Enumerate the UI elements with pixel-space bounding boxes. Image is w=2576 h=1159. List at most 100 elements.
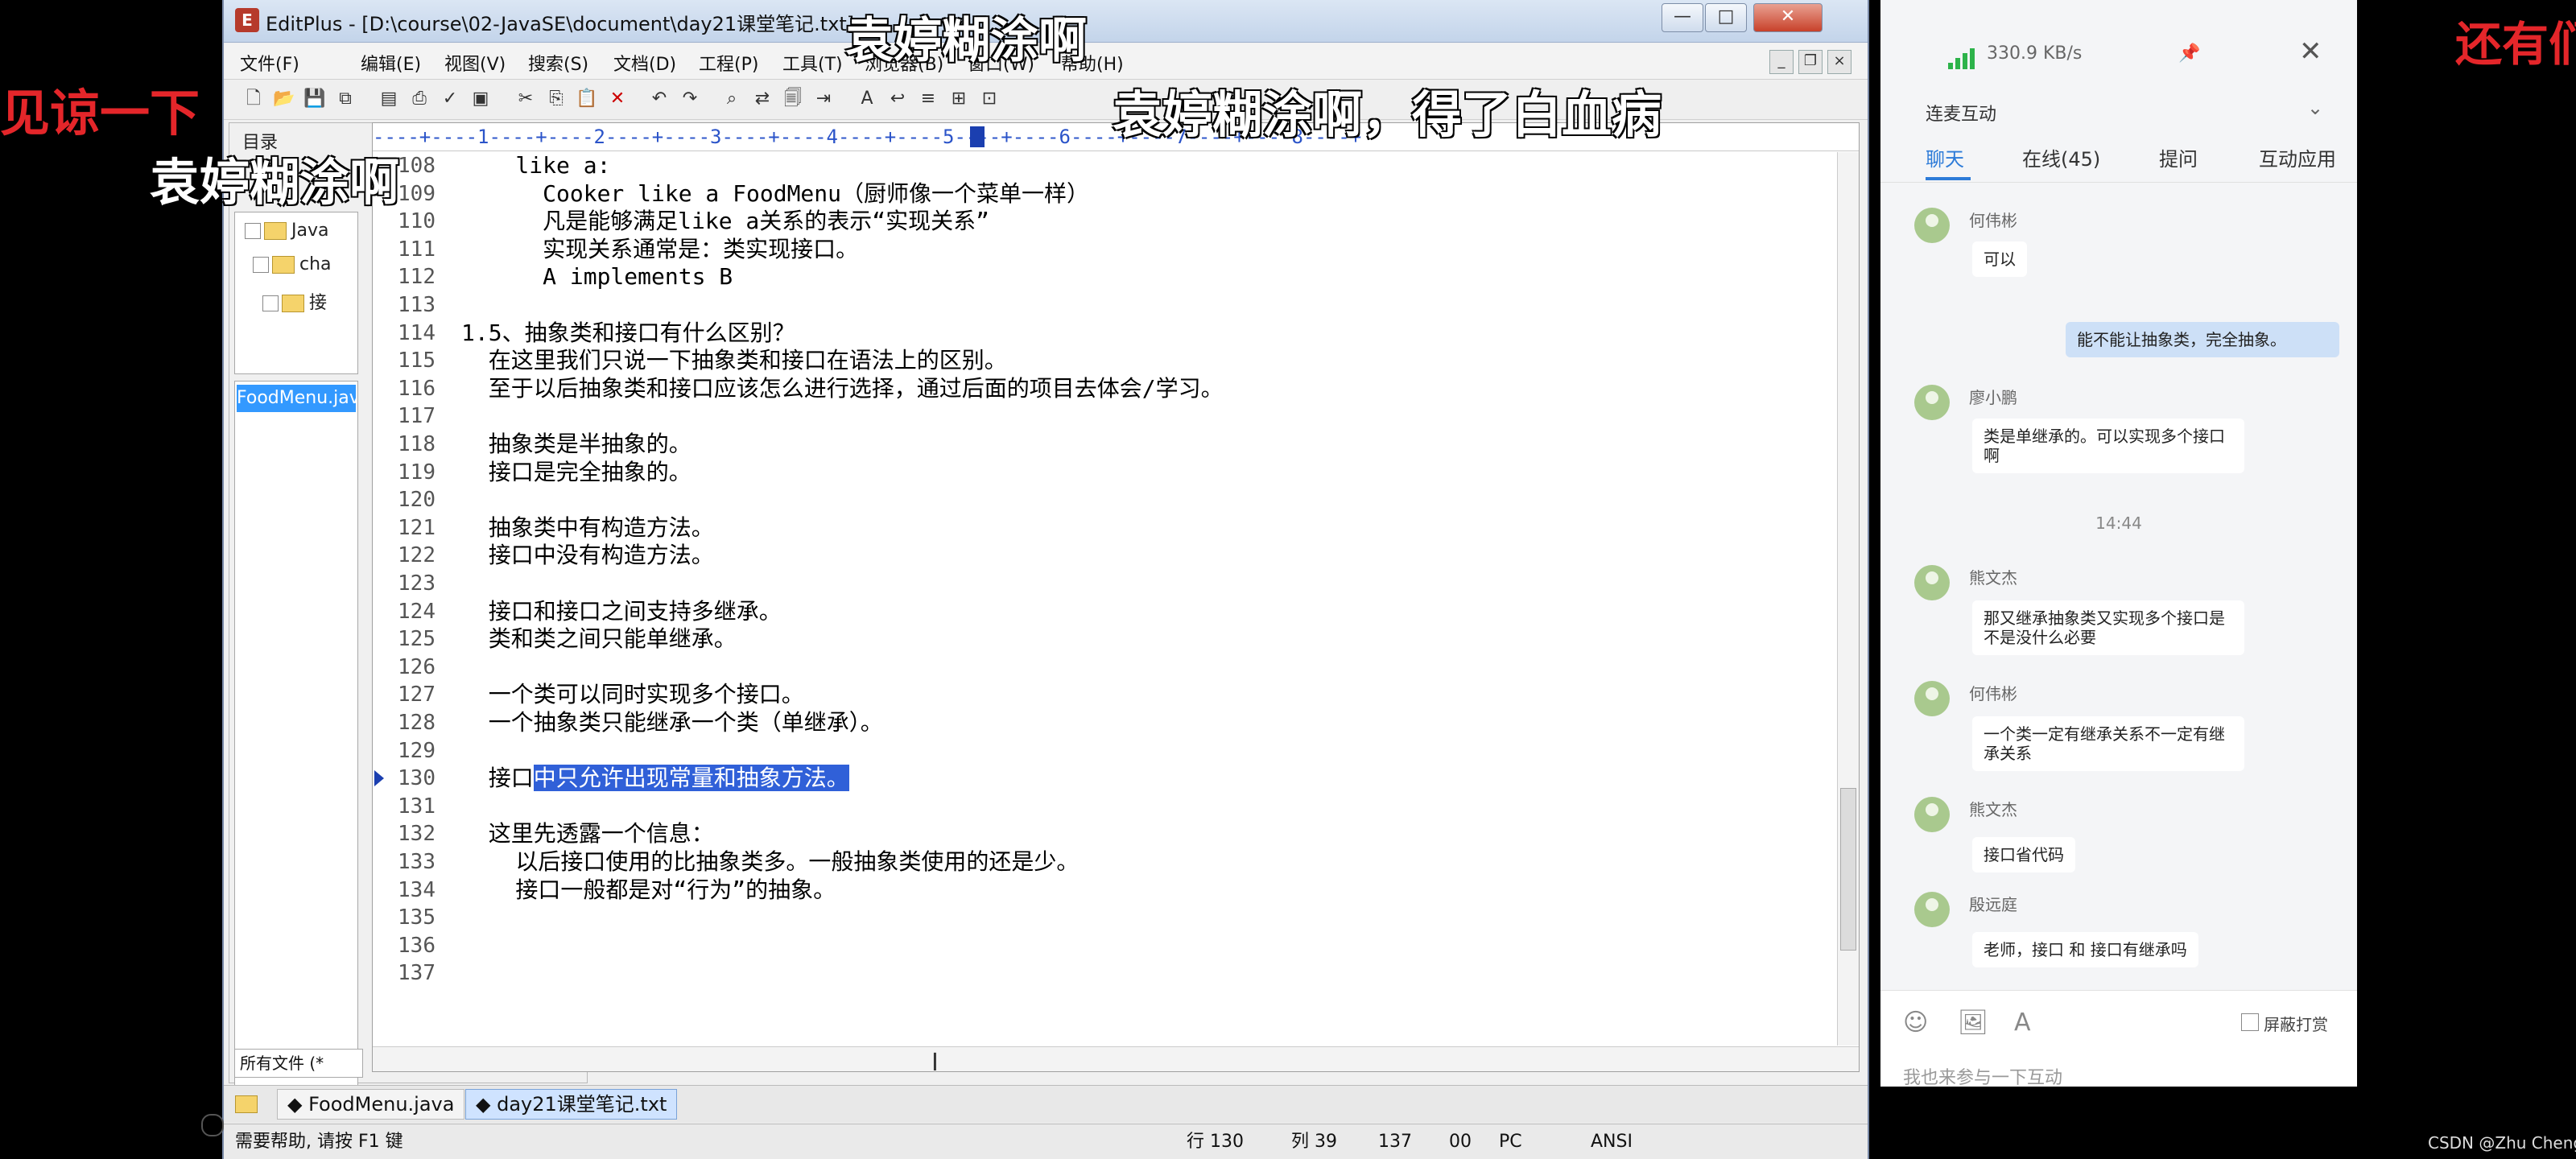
new-file-icon[interactable]: 🗋 <box>242 87 266 111</box>
close-button[interactable]: ✕ <box>1753 3 1823 32</box>
emoji-icon[interactable]: ☺ <box>1903 1008 1928 1037</box>
directory-toggle-icon[interactable]: ⊡ <box>977 87 1001 111</box>
tree-item[interactable]: 接 <box>262 288 327 314</box>
line-text[interactable]: 至于以后抽象类和接口应该怎么进行选择，通过后面的项目去体会/学习。 <box>461 375 1224 402</box>
editor-line[interactable]: 108 like a: <box>373 152 1814 179</box>
line-text[interactable]: 接口中没有构造方法。 <box>461 542 714 569</box>
editor-line[interactable]: 114 1.5、抽象类和接口有什么区别？ <box>373 320 1814 347</box>
checkbox-icon[interactable] <box>262 295 279 311</box>
menu-view[interactable]: 视图(V) <box>444 50 506 76</box>
tab-online[interactable]: 在线(45) <box>2022 143 2100 171</box>
editor-line[interactable]: 116 至于以后抽象类和接口应该怎么进行选择，通过后面的项目去体会/学习。 <box>373 375 1814 402</box>
editor-line[interactable]: 126 <box>373 654 1814 681</box>
line-text[interactable]: 一个抽象类只能继承一个类（单继承）。 <box>461 709 883 736</box>
pin-icon[interactable]: 📌 <box>2178 43 2200 64</box>
vertical-scrollbar[interactable] <box>1837 152 1859 1046</box>
delete-icon[interactable]: ✕ <box>605 87 630 111</box>
font-icon[interactable]: A <box>855 87 879 111</box>
tab-day21-notes[interactable]: ◆ day21课堂笔记.txt <box>465 1089 678 1120</box>
line-text[interactable]: 抽象类是半抽象的。 <box>461 431 691 458</box>
line-text[interactable]: 实现关系通常是：类实现接口。 <box>461 236 858 263</box>
chevron-down-icon[interactable]: ⌄ <box>2307 97 2323 119</box>
editor-line[interactable]: 118 抽象类是半抽象的。 <box>373 431 1814 458</box>
scrollbar-thumb[interactable] <box>1840 788 1856 951</box>
mute-gift-checkbox[interactable] <box>2241 1013 2259 1031</box>
word-wrap-icon[interactable]: ↩ <box>886 87 910 111</box>
ruler-icon[interactable]: ⊞ <box>947 87 971 111</box>
paste-icon[interactable]: 📋 <box>575 87 599 111</box>
save-all-icon[interactable]: ⧉ <box>333 87 357 111</box>
line-text[interactable]: 接口一般都是对“行为”的抽象。 <box>461 876 836 904</box>
line-text[interactable]: 这里先透露一个信息： <box>461 820 714 848</box>
editor-line[interactable]: 137 <box>373 959 1814 987</box>
line-text[interactable]: 凡是能够满足like a关系的表示“实现关系” <box>461 208 989 235</box>
maximize-button[interactable]: □ <box>1705 3 1747 32</box>
editor-line[interactable]: 119 接口是完全抽象的。 <box>373 459 1814 486</box>
editor-line[interactable]: 123 <box>373 570 1814 597</box>
editor-line[interactable]: 132 这里先透露一个信息： <box>373 820 1814 848</box>
editor-line[interactable]: 115 在这里我们只说一下抽象类和接口在语法上的区别。 <box>373 347 1814 374</box>
editor-line[interactable]: 111 实现关系通常是：类实现接口。 <box>373 236 1814 263</box>
checkbox-icon[interactable] <box>245 223 261 239</box>
line-text[interactable]: 一个类可以同时实现多个接口。 <box>461 681 804 708</box>
menu-tools[interactable]: 工具(T) <box>782 50 843 76</box>
line-text[interactable]: 接口和接口之间支持多继承。 <box>461 598 782 625</box>
close-icon[interactable]: ✕ <box>2299 35 2322 68</box>
line-text[interactable]: 类和类之间只能单继承。 <box>461 625 737 653</box>
menu-project[interactable]: 工程(P) <box>699 50 758 76</box>
goto-icon[interactable]: ⇥ <box>811 87 836 111</box>
editor-line[interactable]: 121 抽象类中有构造方法。 <box>373 514 1814 542</box>
font-size-icon[interactable]: A <box>2014 1008 2031 1037</box>
print-preview-icon[interactable]: ▤ <box>377 87 401 111</box>
tab-questions[interactable]: 提问 <box>2159 143 2198 171</box>
cut-icon[interactable]: ✂ <box>514 87 538 111</box>
mdi-close-button[interactable]: × <box>1827 50 1852 74</box>
line-text[interactable]: 抽象类中有构造方法。 <box>461 514 714 542</box>
menu-edit[interactable]: 编辑(E) <box>361 50 421 76</box>
horizontal-scrollbar[interactable] <box>373 1046 1859 1071</box>
find-icon[interactable]: ⌕ <box>720 87 744 111</box>
editor-line[interactable]: 129 <box>373 737 1814 765</box>
tree-item[interactable]: Java <box>245 221 328 241</box>
file-filter-select[interactable]: 所有文件 (* <box>234 1049 363 1078</box>
line-text[interactable]: 接口中只允许出现常量和抽象方法。 <box>461 765 849 792</box>
mdi-restore-button[interactable]: ❐ <box>1798 50 1823 74</box>
minimize-button[interactable]: — <box>1662 3 1703 32</box>
editor-line[interactable]: 130 接口中只允许出现常量和抽象方法。 <box>373 765 1814 792</box>
tab-foodmenu-java[interactable]: ◆ FoodMenu.java <box>277 1089 465 1120</box>
chat-input[interactable]: 我也来参与一下互动 <box>1903 1063 2062 1087</box>
editor-line[interactable]: 109 Cooker like a FoodMenu（厨师像一个菜单一样） <box>373 180 1814 208</box>
line-text[interactable]: 以后接口使用的比抽象类多。一般抽象类使用的还是少。 <box>461 848 1079 876</box>
directory-tree[interactable]: Java cha 接 <box>234 212 358 374</box>
redo-icon[interactable]: ↷ <box>678 87 702 111</box>
menu-file[interactable]: 文件(F) <box>240 50 299 76</box>
editor-line[interactable]: 131 <box>373 793 1814 820</box>
editor-lines[interactable]: 108 like a: 109 Cooker like a FoodMenu（厨师… <box>373 152 1814 1037</box>
text-editor[interactable]: ----+----1----+----2----+----3----+----4… <box>372 122 1860 1077</box>
menu-document[interactable]: 文档(D) <box>613 50 676 76</box>
editor-line[interactable]: 127 一个类可以同时实现多个接口。 <box>373 681 1814 708</box>
line-text[interactable]: Cooker like a FoodMenu（厨师像一个菜单一样） <box>461 180 1089 208</box>
mdi-minimize-button[interactable]: _ <box>1769 50 1794 74</box>
editor-line[interactable]: 117 <box>373 402 1814 430</box>
spellcheck-icon[interactable]: ✓ <box>438 87 462 111</box>
file-list[interactable]: FoodMenu.java <box>234 381 358 1099</box>
save-icon[interactable]: 💾 <box>303 87 327 111</box>
undo-icon[interactable]: ↶ <box>647 87 671 111</box>
checkbox-icon[interactable] <box>253 257 269 273</box>
line-text[interactable]: 接口是完全抽象的。 <box>461 459 691 486</box>
editor-line[interactable]: 124 接口和接口之间支持多继承。 <box>373 598 1814 625</box>
editor-line[interactable]: 135 <box>373 904 1814 931</box>
line-text[interactable]: like a: <box>461 152 610 179</box>
editor-line[interactable]: 134 接口一般都是对“行为”的抽象。 <box>373 876 1814 904</box>
line-text[interactable]: A implements B <box>461 263 733 291</box>
editor-line[interactable]: 128 一个抽象类只能继承一个类（单继承）。 <box>373 709 1814 736</box>
image-icon[interactable]: 🖼 <box>1958 1008 1988 1037</box>
open-file-icon[interactable]: 📂 <box>272 87 296 111</box>
print-icon[interactable]: ⎙ <box>407 87 431 111</box>
replace-icon[interactable]: ⇄ <box>750 87 774 111</box>
editor-line[interactable]: 110 凡是能够满足like a关系的表示“实现关系” <box>373 208 1814 235</box>
tree-item[interactable]: cha <box>253 254 332 274</box>
file-list-item-selected[interactable]: FoodMenu.java <box>237 385 356 412</box>
line-text[interactable]: 在这里我们只说一下抽象类和接口在语法上的区别。 <box>461 347 1007 374</box>
